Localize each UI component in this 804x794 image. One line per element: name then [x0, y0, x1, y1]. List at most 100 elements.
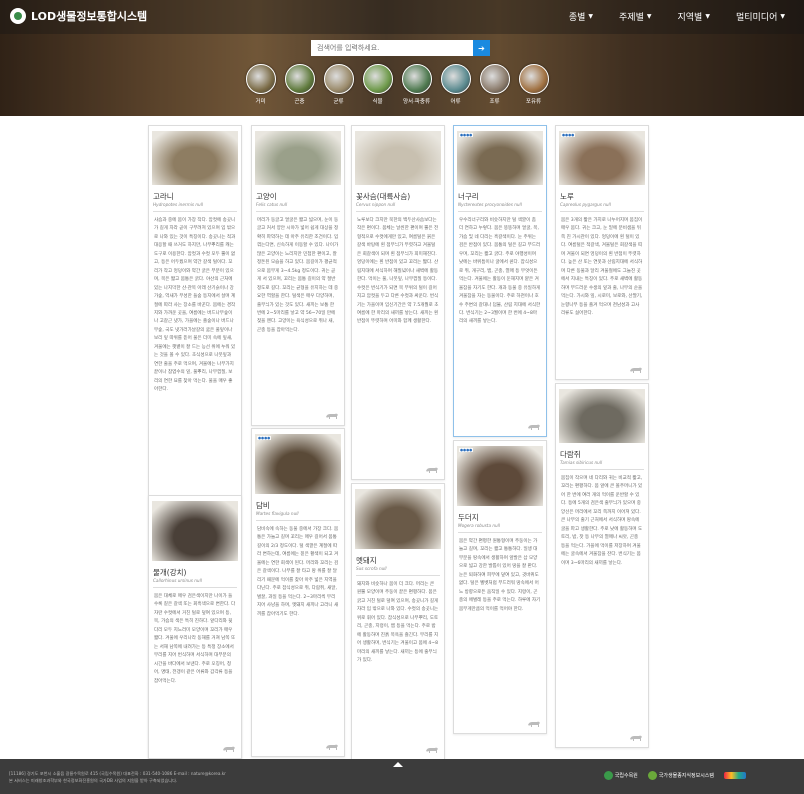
mammal-icon [630, 735, 642, 741]
mammal-icon [528, 721, 540, 727]
nav-item-species[interactable]: 종별 ▼ [556, 10, 606, 23]
scientific-name: Martes flavigula null [256, 511, 299, 516]
species-card[interactable]: ●●●● 두더지 Mogera robusta null 몸은 약간 편평한 원통형이… [453, 440, 547, 734]
category-list: 거미 곤충 균류 식물 양서·파충류 어류 조류 포유류 [245, 64, 549, 105]
divider [560, 469, 644, 470]
search-input[interactable] [311, 40, 473, 56]
category-thumbnail [440, 64, 471, 94]
category-label: 조류 [489, 99, 500, 105]
scientific-name: Mogera robusta null [458, 523, 500, 528]
category-thumbnail [323, 64, 354, 94]
species-description: 돼지와 비슷하나 몸이 더 크다. 머리는 큰 원뿔 모양이며 주둥이 끝은 편… [357, 582, 439, 664]
species-photo: ●●●● [457, 131, 543, 185]
species-description: 몸은 약간 편평한 원통형이며 주둥이는 가늘고 길며, 꼬리는 짧고 통통하다… [459, 539, 541, 612]
category-item[interactable]: 균류 [323, 64, 354, 105]
logo-text: LOD생물정보통합시스템 [31, 10, 148, 23]
species-name: 고양이 [256, 192, 277, 201]
divider [356, 211, 440, 212]
category-item[interactable]: 포유류 [518, 64, 549, 105]
nature-logo-icon [647, 771, 657, 780]
species-description: 담비속에 속하는 동물 중에서 가장 크다. 몸통은 가늘고 길며 꼬리는 매우… [257, 527, 339, 617]
category-thumbnail [245, 64, 276, 94]
photo-source-badge: ●●●● [561, 133, 576, 137]
color-logo-icon [724, 772, 746, 779]
main-nav: 종별 ▼ 주제별 ▼ 지역별 ▼ 멀티미디어 ▼ [556, 10, 798, 23]
scientific-name: Tamias sibiricus null [560, 460, 603, 465]
category-thumbnail [518, 64, 549, 94]
nav-item-region[interactable]: 지역별 ▼ [665, 10, 723, 23]
nav-item-topic[interactable]: 주제별 ▼ [606, 10, 664, 23]
category-item[interactable]: 어류 [440, 64, 471, 105]
logo-icon [10, 8, 26, 24]
species-name: 노루 [560, 192, 574, 201]
photo-source-badge: ●●●● [459, 133, 474, 137]
species-description: 몸은 대체로 매우 검은색이지만 나이가 들수록 짙은 갈색 또는 회흑색으로 … [154, 594, 236, 684]
species-name: 멧돼지 [356, 556, 377, 565]
divider [153, 211, 237, 212]
species-description: 몸은 3개의 짧은 가지로 나누어지며 몸집이 매우 몸다. 귀는 크고, 눈 … [561, 218, 643, 316]
scientific-name: Capreolus pygargus null [560, 202, 611, 207]
category-label: 거미 [255, 99, 266, 105]
species-card[interactable]: 꽃사슴(대륙사슴) Cervus nippon null 노루보다 크지만 북한의 … [351, 125, 445, 480]
nav-label: 멀티미디어 [735, 13, 778, 23]
category-label: 포유류 [525, 99, 542, 105]
category-item[interactable]: 곤충 [284, 64, 315, 105]
footer-logo-label: 국립수목원 [614, 773, 638, 779]
category-label: 균류 [333, 99, 344, 105]
species-card[interactable]: 다람쥐 Tamias sibiricus null 몸집이 작으며 네 다리와 귀는… [555, 383, 649, 748]
divider [256, 520, 340, 521]
species-name: 다람쥐 [560, 450, 581, 459]
scientific-name: Hydropotes inermis null [153, 202, 204, 207]
species-card[interactable]: 고양이 Felis catus null 머리가 둥글고 얼굴은 짧고 넓으며, 눈… [251, 125, 345, 426]
species-card[interactable]: 물개(강치) Callorhinus ursinus null 몸은 대체로 매우 … [148, 495, 242, 759]
category-item[interactable]: 거미 [245, 64, 276, 105]
species-name: 물개(강치) [153, 568, 187, 577]
search-button[interactable]: ➔ [473, 40, 490, 56]
species-card[interactable]: ●●●● 노루 Capreolus pygargus null 몸은 3개의 짧은 가… [555, 125, 649, 380]
category-label: 식물 [372, 99, 383, 105]
species-card[interactable]: 멧돼지 Sus scrofa null 돼지와 비슷하나 몸이 더 크다. 머리는 … [351, 483, 445, 760]
scientific-name: Cervus nippon null [356, 202, 396, 207]
category-item[interactable]: 양서·파충류 [401, 64, 432, 105]
species-description: 사슴과 중에 몸이 가장 작다. 암컷에 송곳니가 길게 자라 곧이 구부려져 … [154, 218, 236, 393]
footer-logo-arboretum[interactable]: 국립수목원 [603, 771, 638, 780]
category-label: 곤충 [294, 99, 305, 105]
caret-down-icon: ▼ [705, 13, 710, 20]
scientific-name: Nyctereutes procyonoides null [458, 202, 522, 207]
footer-logo-nature[interactable]: 국가생물종지식정보시스템 [647, 771, 714, 780]
mammal-icon [426, 747, 438, 753]
species-photo: ●●●● [559, 131, 645, 185]
species-photo: ●●●● [255, 434, 341, 494]
caret-down-icon: ▼ [646, 13, 652, 20]
species-photo [255, 131, 341, 185]
divider [560, 211, 644, 212]
mammal-icon [528, 424, 540, 430]
species-name: 고라니 [153, 192, 174, 201]
nav-item-multimedia[interactable]: 멀티미디어 ▼ [723, 10, 798, 23]
category-label: 어류 [450, 99, 461, 105]
mammal-icon [223, 746, 235, 752]
photo-source-badge: ●●●● [257, 436, 272, 440]
footer-logo-3[interactable] [724, 772, 746, 779]
footer-line: 본 서비스는 미래창조과학부와 한국정보화진흥원의 국가DB 사업의 지원을 받… [9, 778, 178, 783]
species-photo [355, 489, 441, 549]
scientific-name: Sus scrofa null [356, 566, 387, 571]
species-photo [152, 501, 238, 561]
species-description: 머리가 둥글고 얼굴은 짧고 넓으며, 눈이 둥글고 커서 양안 시야가 넓어 … [257, 218, 339, 333]
mammal-icon [326, 744, 338, 750]
divider [458, 532, 542, 533]
category-item[interactable]: 조류 [479, 64, 510, 105]
scroll-top-arrow-icon[interactable] [393, 762, 403, 767]
search-bar: ➔ [311, 40, 490, 56]
species-card[interactable]: ●●●● 너구리 Nyctereutes procyonoides null 우수리너… [453, 125, 547, 437]
species-photo: ●●●● [457, 446, 543, 506]
site-logo[interactable]: LOD생물정보통합시스템 [10, 8, 147, 24]
footer-address: [11186] 경기도 포천시 소흘읍 광릉수목원로 415 (국립수목원) 대… [9, 770, 226, 784]
mammal-icon [326, 413, 338, 419]
category-item[interactable]: 식물 [362, 64, 393, 105]
species-card[interactable]: ●●●● 담비 Martes flavigula null 담비속에 속하는 동물 중… [251, 428, 345, 757]
species-photo [559, 389, 645, 443]
footer-logo-label: 국가생물종지식정보시스템 [658, 773, 714, 779]
scientific-name: Callorhinus ursinus null [153, 578, 202, 583]
caret-down-icon: ▼ [588, 13, 594, 20]
